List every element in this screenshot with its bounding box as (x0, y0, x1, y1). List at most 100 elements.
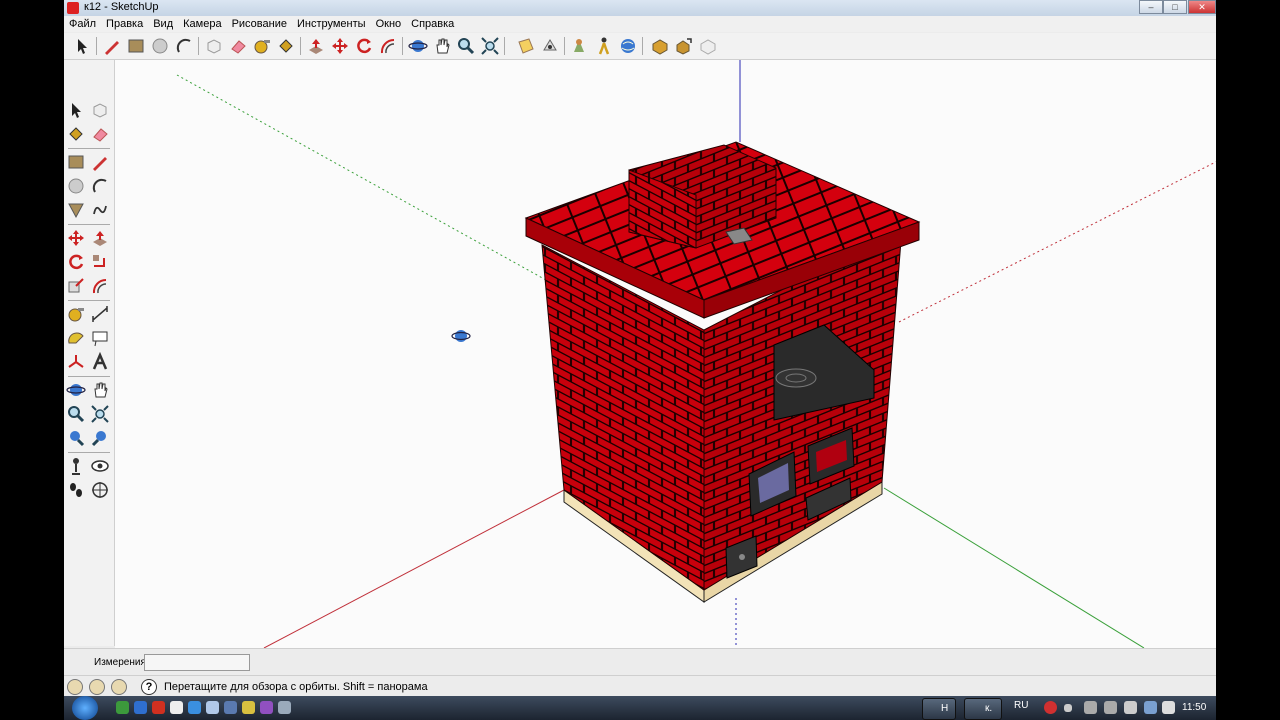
get-models-icon[interactable] (618, 36, 638, 56)
chevron-icon[interactable] (1124, 701, 1137, 714)
dimension-icon[interactable] (90, 304, 110, 324)
pencil-icon[interactable] (102, 36, 122, 56)
minimize-button[interactable]: – (1139, 0, 1163, 14)
user-icon[interactable] (111, 679, 127, 695)
line-icon[interactable] (90, 152, 110, 172)
utorrent-icon[interactable] (116, 701, 129, 714)
menu-window[interactable]: Окно (371, 16, 407, 32)
record-icon[interactable] (1044, 701, 1057, 714)
windows-taskbar: Н к. RU 11:50 (64, 696, 1216, 720)
media-icon[interactable] (260, 701, 273, 714)
clock[interactable]: 11:50 (1182, 702, 1206, 713)
measurements-input[interactable] (144, 654, 250, 671)
zoom-icon[interactable] (456, 36, 476, 56)
language-indicator[interactable]: RU (1014, 700, 1028, 711)
walk-icon[interactable] (66, 480, 86, 500)
arc-icon[interactable] (174, 36, 194, 56)
paint-bucket-icon[interactable] (66, 124, 86, 144)
walk-icon[interactable] (594, 36, 614, 56)
menu-draw[interactable]: Рисование (227, 16, 292, 32)
tray-icon[interactable] (1084, 701, 1097, 714)
freehand-icon[interactable] (90, 200, 110, 220)
geo-location-icon[interactable] (67, 679, 83, 695)
make-component-icon[interactable] (204, 36, 224, 56)
make-component-icon[interactable] (90, 100, 110, 120)
tape-measure-icon[interactable] (66, 304, 86, 324)
rotate-icon[interactable] (66, 252, 86, 272)
desktop-icon[interactable] (206, 701, 219, 714)
axes-icon[interactable] (66, 352, 86, 372)
taskbar-item-h[interactable]: Н (922, 698, 956, 720)
previous-view-icon[interactable] (66, 428, 86, 448)
drawing-viewport[interactable] (115, 60, 1216, 648)
menu-edit[interactable]: Правка (101, 16, 148, 32)
opera-icon[interactable] (152, 701, 165, 714)
arc-icon[interactable] (90, 176, 110, 196)
pan-icon[interactable] (90, 380, 110, 400)
chrome-icon[interactable] (134, 701, 147, 714)
look-around-icon[interactable] (540, 36, 560, 56)
tape-measure-icon[interactable] (252, 36, 272, 56)
zoom-icon[interactable] (66, 404, 86, 424)
app-icon[interactable] (278, 701, 291, 714)
explorer-icon[interactable] (224, 701, 237, 714)
move-icon[interactable] (330, 36, 350, 56)
close-button[interactable]: ✕ (1188, 0, 1216, 14)
select-icon[interactable] (72, 36, 92, 56)
taskbar-item-sketchup-label: к. (985, 703, 993, 714)
share-model-icon[interactable] (650, 36, 670, 56)
menu-help[interactable]: Справка (406, 16, 459, 32)
network-icon[interactable] (1144, 701, 1157, 714)
start-button[interactable] (72, 696, 98, 720)
yandex-icon[interactable] (170, 701, 183, 714)
polygon-icon[interactable] (66, 200, 86, 220)
offset-icon[interactable] (90, 276, 110, 296)
follow-me-icon[interactable] (90, 252, 110, 272)
measurements-bar: Измерения (64, 648, 1216, 675)
menu-file[interactable]: Файл (64, 16, 101, 32)
eraser-icon[interactable] (90, 124, 110, 144)
zoom-extents-icon[interactable] (90, 428, 110, 448)
move-icon[interactable] (66, 228, 86, 248)
share-component-icon[interactable] (674, 36, 694, 56)
credits-icon[interactable] (89, 679, 105, 695)
section-plane-icon[interactable] (90, 480, 110, 500)
folder-icon[interactable] (242, 701, 255, 714)
toolbar-separator (68, 300, 110, 301)
push-pull-icon[interactable] (90, 228, 110, 248)
offset-icon[interactable] (378, 36, 398, 56)
menu-camera[interactable]: Камера (178, 16, 226, 32)
3d-text-icon[interactable] (90, 352, 110, 372)
maximize-button[interactable]: □ (1163, 0, 1187, 14)
section-plane-icon[interactable] (516, 36, 536, 56)
camera-position-icon[interactable] (570, 36, 590, 56)
eraser-icon[interactable] (228, 36, 248, 56)
component-icon[interactable] (698, 36, 718, 56)
tray-icon[interactable] (1104, 701, 1117, 714)
stop-icon[interactable] (1064, 704, 1072, 712)
menu-tools[interactable]: Инструменты (292, 16, 371, 32)
zoom-window-icon[interactable] (90, 404, 110, 424)
rectangle-icon[interactable] (66, 152, 86, 172)
taskbar-item-sketchup[interactable]: к. (964, 698, 1002, 720)
circle-icon[interactable] (150, 36, 170, 56)
pan-icon[interactable] (432, 36, 452, 56)
menu-view[interactable]: Вид (148, 16, 178, 32)
orbit-icon[interactable] (408, 36, 428, 56)
scale-icon[interactable] (66, 276, 86, 296)
circle-icon[interactable] (66, 176, 86, 196)
look-around-icon[interactable] (90, 456, 110, 476)
orbit-icon[interactable] (66, 380, 86, 400)
protractor-icon[interactable] (66, 328, 86, 348)
rotate-icon[interactable] (354, 36, 374, 56)
push-pull-icon[interactable] (306, 36, 326, 56)
ie-icon[interactable] (188, 701, 201, 714)
zoom-extents-icon[interactable] (480, 36, 500, 56)
position-camera-icon[interactable] (66, 456, 86, 476)
select-icon[interactable] (66, 100, 86, 120)
paint-bucket-icon[interactable] (276, 36, 296, 56)
rectangle-icon[interactable] (126, 36, 146, 56)
help-icon[interactable]: ? (141, 679, 157, 695)
text-icon[interactable] (90, 328, 110, 348)
volume-icon[interactable] (1162, 701, 1175, 714)
